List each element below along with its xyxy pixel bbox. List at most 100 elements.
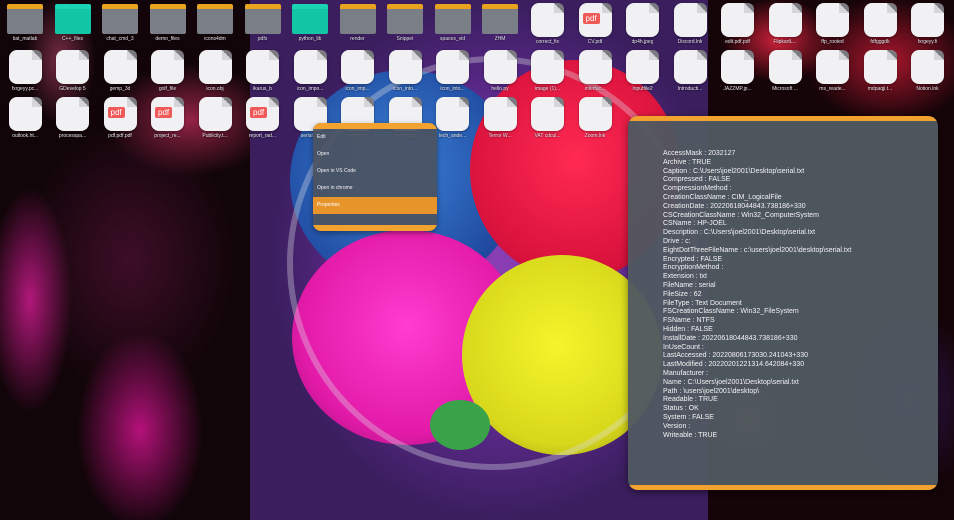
desktop-icon[interactable]: gemp_3d [98,50,142,94]
property-line: CSName : HP-JOEL [663,220,727,228]
property-line: CreationDate : 20220618044843.738186+330 [663,202,806,210]
desktop-icon-label: icon_imp... [345,86,370,92]
desktop-icon[interactable]: edit.pdf.pdf [716,3,760,47]
desktop-icon[interactable]: C++_files [51,3,95,47]
pdf-file-icon: pdf [103,97,137,131]
desktop-icon[interactable]: tech_ande... [431,97,475,141]
property-line: Hidden : FALSE [663,325,713,333]
desktop-icon[interactable]: Notion.lnk [906,50,950,94]
file-icon [483,50,517,84]
desktop-icon[interactable]: icon_into... [431,50,475,94]
desktop-icon[interactable]: pdf project_re... [146,97,190,141]
desktop-icon-label: ms_reade... [819,86,846,92]
file-icon [198,97,232,131]
property-line: System : FALSE [663,413,714,421]
desktop-icon-label: icon_into... [440,86,465,92]
file-icon [721,50,754,84]
desktop-icon-label: FlipkartL... [773,39,797,45]
desktop-icon[interactable]: pdf report_rad... [241,97,285,141]
property-line: Drive : c: [663,237,691,245]
desktop-icon[interactable]: icon_impo... [288,50,332,94]
desktop-icon[interactable]: interfac... [573,50,617,94]
folder-icon [339,4,376,34]
desktop-icon[interactable]: pdf CV.pdf [573,3,617,47]
desktop-icon[interactable]: dp4h.jpeg [621,3,665,47]
desktop-icon[interactable]: icon.obj [193,50,237,94]
desktop-icon[interactable]: Snippet [383,3,427,47]
desktop-icon[interactable]: Zoom.lnk [573,97,617,141]
desktop-icon[interactable]: render [336,3,380,47]
desktop-icon[interactable]: Terror W... [478,97,522,141]
desktop-icon[interactable]: ZHM [478,3,522,47]
desktop-icon[interactable]: chat_cmd_3 [98,3,142,47]
desktop-icon[interactable]: VAT cdcul... [526,97,570,141]
context-menu-open-chrome[interactable]: Open in chrome [313,180,437,197]
desktop-icon[interactable]: icon_into... [383,50,427,94]
file-icon [578,50,612,84]
file-icon [816,50,849,84]
property-line: FileName : serial [663,281,716,289]
file-icon [721,3,754,37]
desktop-icon[interactable]: bat_matlab [3,3,47,47]
property-line: InUseCount : [663,343,704,351]
file-icon [531,50,564,84]
context-menu-bottom-accent [313,225,437,231]
desktop-icon[interactable]: Inputfile2 [621,50,665,94]
desktop-icon-label: fdfgggdk [870,39,890,45]
desktop-icon[interactable]: FlipkartL... [763,3,807,47]
desktop-icon[interactable]: python_lib [288,3,332,47]
property-line: Compressed : FALSE [663,176,731,184]
folder-icon [102,4,138,34]
desktop-icon[interactable]: Introducti... [668,50,712,94]
desktop-icon[interactable]: correct_fix [526,3,570,47]
desktop-icon[interactable]: processpa... [51,97,95,141]
folder-icon [292,4,328,34]
desktop-icon-label: spaces_vid [439,36,465,42]
file-icon [293,50,327,84]
desktop-icon[interactable]: image (1)... [526,50,570,94]
context-menu: Edit Open Open in VS Code Open in chrome… [313,123,437,231]
desktop-icon[interactable]: fxrgeyy.pc... [3,50,47,94]
desktop-icon[interactable]: JAZZMP.jp... [716,50,760,94]
desktop-icon[interactable]: icon_imp... [336,50,380,94]
context-menu-open[interactable]: Open [313,146,437,163]
desktop-icon[interactable]: Discord.lnk [668,3,712,47]
desktop-icon-label: demo_files [155,36,180,42]
folder-icon [434,4,471,34]
desktop-icon[interactable]: hello.py [478,50,522,94]
desktop-icon[interactable]: mdpaqji.t... [858,50,902,94]
desktop-icon[interactable]: ikarus_b [241,50,285,94]
desktop-icon-label: Introducti... [677,86,703,92]
context-menu-open-vscode[interactable]: Open in VS Code [313,163,437,180]
file-icon [673,3,707,37]
desktop-icon[interactable]: Publicity.t... [193,97,237,141]
desktop-icon-label: icon_impo... [296,86,324,92]
desktop-icon[interactable]: GDevelop 5 [51,50,95,94]
desktop-icon-label: outlook.ht... [12,133,38,139]
property-line: FileType : Text Document [663,299,742,307]
property-line: CreationClassName : CIM_LogicalFile [663,193,782,201]
desktop-icon-label: VAT cdcul... [534,133,561,139]
property-line: LastAccessed : 20220806173030.241043+330 [663,352,808,360]
desktop-icon[interactable]: demo_files [146,3,190,47]
properties-top-accent [628,116,938,121]
desktop-icon[interactable]: icons4dm [193,3,237,47]
context-menu-properties[interactable]: Properties [313,197,437,214]
desktop-icon-label: Snippet [396,36,414,42]
desktop-icon[interactable]: ms_reade... [811,50,855,94]
desktop-icon-label: icon.obj [206,86,224,92]
desktop-icon[interactable]: spaces_vid [431,3,475,47]
desktop-icon[interactable]: ffp_rooted [811,3,855,47]
desktop-icon-label: gemp_3d [109,86,131,92]
desktop-icon[interactable]: outlook.ht... [3,97,47,141]
desktop-icon[interactable]: golf_file [146,50,190,94]
desktop-icon[interactable]: fxrgeyy.fi [906,3,950,47]
property-line: Caption : C:\Users\joel2001\Desktop\seri… [663,167,805,175]
desktop-icon[interactable]: pdf pdf.pdf.pdf [98,97,142,141]
desktop-icon-label: JAZZMP.jp... [723,86,752,92]
file-icon [341,50,374,84]
desktop-icon[interactable]: pdfs [241,3,285,47]
desktop-icon[interactable]: Microsoft ... [763,50,807,94]
desktop-icon-label: Zoom.lnk [584,133,606,139]
desktop-icon[interactable]: fdfgggdk [858,3,902,47]
